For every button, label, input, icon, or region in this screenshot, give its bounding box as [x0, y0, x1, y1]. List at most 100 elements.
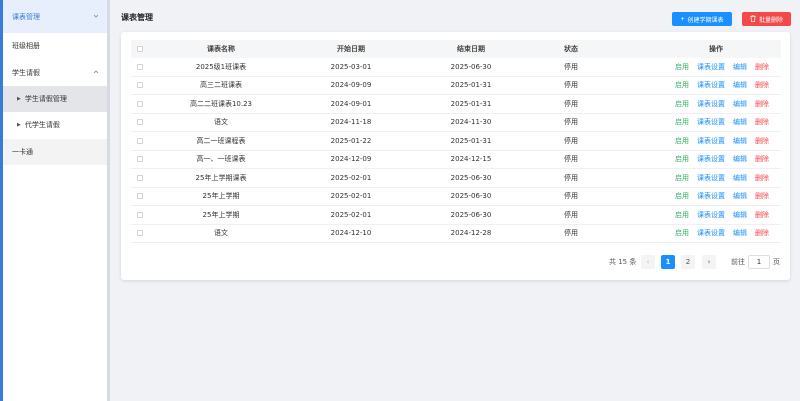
delete-link[interactable]: 删除 [755, 117, 769, 127]
edit-link[interactable]: 编辑 [733, 173, 747, 183]
row-checkbox[interactable] [137, 82, 143, 89]
header-status: 状态 [564, 45, 578, 53]
sidebar-item-label: 班级相册 [12, 41, 40, 50]
row-checkbox[interactable] [137, 174, 143, 181]
enable-link[interactable]: 启用 [675, 80, 689, 90]
row-checkbox[interactable] [137, 211, 143, 218]
cell-operations: 启用 课表设置 编辑 删除 [651, 225, 781, 243]
header-name: 课表名称 [207, 45, 235, 53]
edit-link[interactable]: 编辑 [733, 191, 747, 201]
row-checkbox[interactable] [137, 137, 143, 144]
chevron-up-icon [93, 69, 99, 75]
edit-link[interactable]: 编辑 [733, 80, 747, 90]
cell-start-date: 2024-09-09 [330, 81, 372, 90]
delete-link[interactable]: 删除 [755, 136, 769, 146]
sidebar-item-label: 课表管理 [12, 12, 40, 21]
enable-link[interactable]: 启用 [675, 191, 689, 201]
schedule-settings-link[interactable]: 课表设置 [697, 136, 725, 146]
delete-link[interactable]: 删除 [755, 80, 769, 90]
chevron-down-icon [93, 13, 99, 19]
enable-link[interactable]: 启用 [675, 136, 689, 146]
cell-start-date: 2024-12-10 [330, 229, 372, 238]
cell-start-date: 2024-12-09 [330, 155, 372, 164]
cell-end-date: 2025-06-30 [450, 173, 492, 182]
delete-link[interactable]: 删除 [755, 154, 769, 164]
cell-start-date: 2024-11-18 [330, 118, 372, 127]
edit-link[interactable]: 编辑 [733, 154, 747, 164]
select-all-checkbox[interactable] [137, 46, 143, 52]
schedule-settings-link[interactable]: 课表设置 [697, 62, 725, 72]
row-checkbox[interactable] [137, 193, 143, 200]
sidebar-item-course-schedule[interactable]: 课表管理 [3, 0, 107, 33]
sidebar-item-student-leave[interactable]: 学生请假 [3, 60, 107, 86]
schedule-settings-link[interactable]: 课表设置 [697, 117, 725, 127]
sidebar-item-campus-card[interactable]: 一卡通 [3, 139, 107, 165]
row-checkbox[interactable] [137, 100, 143, 107]
delete-link[interactable]: 删除 [755, 99, 769, 109]
cell-name: 高二一班课程表 [196, 136, 246, 145]
delete-link[interactable]: 删除 [755, 210, 769, 220]
pagination-page-1[interactable]: 1 [661, 255, 675, 269]
sidebar-item-leave-on-behalf[interactable]: ▶ 代学生请假 [3, 112, 107, 137]
schedule-settings-link[interactable]: 课表设置 [697, 228, 725, 238]
enable-link[interactable]: 启用 [675, 173, 689, 183]
delete-link[interactable]: 删除 [755, 228, 769, 238]
cell-status: 停用 [564, 173, 578, 182]
schedule-settings-link[interactable]: 课表设置 [697, 173, 725, 183]
schedule-settings-link[interactable]: 课表设置 [697, 80, 725, 90]
edit-link[interactable]: 编辑 [733, 117, 747, 127]
row-checkbox[interactable] [137, 63, 143, 70]
cell-operations: 启用 课表设置 编辑 删除 [651, 206, 781, 224]
delete-link[interactable]: 删除 [755, 173, 769, 183]
enable-link[interactable]: 启用 [675, 62, 689, 72]
pagination-page-2[interactable]: 2 [681, 255, 695, 269]
pagination-page-suffix: 页 [773, 258, 780, 266]
table-row: 25年上学期课表 2025-02-01 2025-06-30 停用 启用 课表设置 编辑 删除 [131, 169, 781, 188]
enable-link[interactable]: 启用 [675, 154, 689, 164]
edit-link[interactable]: 编辑 [733, 228, 747, 238]
table-row: 2025级1班课表 2025-03-01 2025-06-30 停用 启用 课表设置 编辑删… [131, 58, 781, 77]
pagination-goto-label: 前往 [731, 258, 745, 266]
cell-status: 停用 [564, 118, 578, 127]
schedule-settings-link[interactable]: 课表设置 [697, 99, 725, 109]
pagination-goto-input[interactable] [748, 255, 770, 269]
cell-status: 停用 [564, 99, 578, 108]
pagination-prev-button[interactable]: ‹ [641, 255, 655, 269]
delete-link[interactable]: 删除 [755, 191, 769, 201]
pagination-total: 共 15 条 [609, 258, 637, 266]
cell-name: 语文 [214, 118, 228, 127]
cell-name: 25年上学期课表 [195, 173, 247, 182]
sidebar-item-label: 一卡通 [12, 148, 33, 156]
edit-link[interactable]: 编辑 [733, 62, 747, 72]
row-checkbox[interactable] [137, 119, 143, 126]
sidebar-item-class-album[interactable]: 班级相册 [3, 33, 107, 58]
enable-link[interactable]: 启用 [675, 228, 689, 238]
header-end-date: 结束日期 [457, 45, 485, 53]
cell-end-date: 2024-11-30 [450, 118, 492, 127]
caret-right-icon: ▶ [17, 96, 21, 102]
row-checkbox[interactable] [137, 156, 143, 163]
row-checkbox[interactable] [137, 230, 143, 237]
table-row: 高二二班课表10.23 2024-09-01 2025-01-31 停用 启用 课表设置编… [131, 95, 781, 114]
edit-link[interactable]: 编辑 [733, 210, 747, 220]
edit-link[interactable]: 编辑 [733, 99, 747, 109]
pagination-next-button[interactable]: › [702, 255, 716, 269]
edit-link[interactable]: 编辑 [733, 136, 747, 146]
sidebar-item-leave-management[interactable]: ▶ 学生请假管理 [3, 86, 107, 112]
enable-link[interactable]: 启用 [675, 210, 689, 220]
cell-start-date: 2025-02-01 [330, 192, 372, 201]
create-schedule-button[interactable]: + 创建学期课表 [672, 12, 732, 26]
schedule-settings-link[interactable]: 课表设置 [697, 154, 725, 164]
enable-link[interactable]: 启用 [675, 99, 689, 109]
cell-end-date: 2025-06-30 [450, 62, 492, 71]
cell-start-date: 2025-02-01 [330, 173, 372, 182]
table-row: 高一、一班课表 2024-12-09 2024-12-15 停用 启用 课表设置 编辑 删除 [131, 151, 781, 169]
cell-name: 语文 [214, 229, 228, 238]
delete-link[interactable]: 删除 [755, 62, 769, 72]
batch-delete-button[interactable]: 批量删除 [742, 12, 791, 26]
batch-delete-label: 批量删除 [758, 17, 783, 24]
enable-link[interactable]: 启用 [675, 117, 689, 127]
schedule-settings-link[interactable]: 课表设置 [697, 210, 725, 220]
schedule-settings-link[interactable]: 课表设置 [697, 191, 725, 201]
header-start-date: 开始日期 [337, 45, 365, 53]
